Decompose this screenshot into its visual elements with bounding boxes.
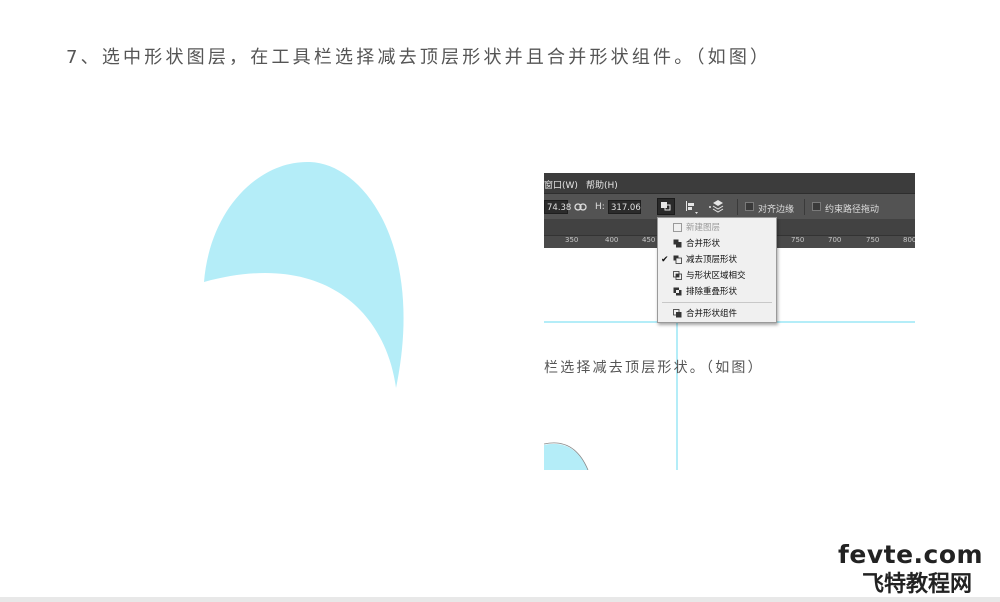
menu-item-label: 减去顶层形状 [686,255,738,265]
ruler-tick: 700 [828,236,842,244]
path-arrangement-button[interactable] [708,198,726,215]
menu-item-label: 合并形状组件 [686,309,738,319]
watermark-name: 飞特教程网 [862,572,973,597]
menu-help[interactable]: 帮助(H) [586,178,618,191]
menu-item-new-layer[interactable]: 新建图层 [658,221,776,235]
menu-item-label: 与形状区域相交 [686,271,746,281]
menu-item-exclude-overlapping[interactable]: 排除重叠形状 [658,285,776,299]
height-field[interactable]: 317.06 [608,200,641,214]
menu-item-subtract-front-shape[interactable]: ✔ 减去顶层形状 [658,253,776,267]
width-field[interactable]: 74.38 [544,200,571,214]
menu-item-intersect-shape-areas[interactable]: 与形状区域相交 [658,269,776,283]
menu-item-label: 合并形状 [686,239,721,249]
ruler-tick: 350 [565,236,579,244]
combine-shapes-icon [673,239,682,248]
photoshop-screenshot: 窗口(W) 帮助(H) 74.38 H: 317.06 对齐边缘 约束路径拖动 … [544,173,915,470]
path-arrangement-icon [709,200,724,213]
ruler-tick: 750 [791,236,805,244]
ruler-tick: 450 [642,236,656,244]
menu-bar: 窗口(W) 帮助(H) [544,173,915,193]
crescent-moon-shape [204,161,404,388]
menu-item-combine-shapes[interactable]: 合并形状 [658,237,776,251]
path-alignment-button[interactable] [682,198,700,215]
constrain-path-label: 约束路径拖动 [825,205,880,215]
toolbar-separator [737,199,738,215]
path-operations-menu: 新建图层 合并形状 ✔ 减去顶层形状 与形状区域相交 排除重叠形状 合并形状组件 [657,217,777,323]
new-layer-icon [673,223,682,232]
intersect-shape-areas-icon [673,271,682,280]
link-icon[interactable] [574,202,587,212]
height-label: H: [595,202,605,212]
watermark-site: fevte.com [838,540,984,569]
step-instruction: 7、选中形状图层，在工具栏选择减去顶层形状并且合并形状组件。（如图） [66,47,772,68]
align-edges-checkbox[interactable] [745,202,754,211]
footer-bar [0,597,1000,602]
menu-item-label: 新建图层 [686,223,721,233]
exclude-overlapping-icon [673,287,682,296]
options-bar: 74.38 H: 317.06 对齐边缘 约束路径拖动 [544,193,915,219]
crescent-shape [204,161,404,388]
arc-shape [544,442,589,470]
menu-window[interactable]: 窗口(W) [544,178,578,191]
menu-item-merge-shape-components[interactable]: 合并形状组件 [658,307,776,321]
align-edges-label: 对齐边缘 [758,205,795,215]
ruler-tick: 400 [605,236,619,244]
path-alignment-icon [686,201,698,214]
path-operations-button[interactable] [657,198,675,215]
menu-separator [662,302,772,303]
ruler-tick: 750 [866,236,880,244]
path-operations-icon [661,202,671,211]
constrain-path-checkbox[interactable] [812,202,821,211]
subtract-front-shape-icon [673,255,682,264]
merge-shape-components-icon [673,309,682,318]
checkmark-icon: ✔ [661,255,669,265]
toolbar-separator [804,199,805,215]
ruler-tick: 800 [903,236,915,244]
menu-item-label: 排除重叠形状 [686,287,738,297]
canvas-caption-text: 栏选择减去顶层形状。（如图） [544,360,764,376]
